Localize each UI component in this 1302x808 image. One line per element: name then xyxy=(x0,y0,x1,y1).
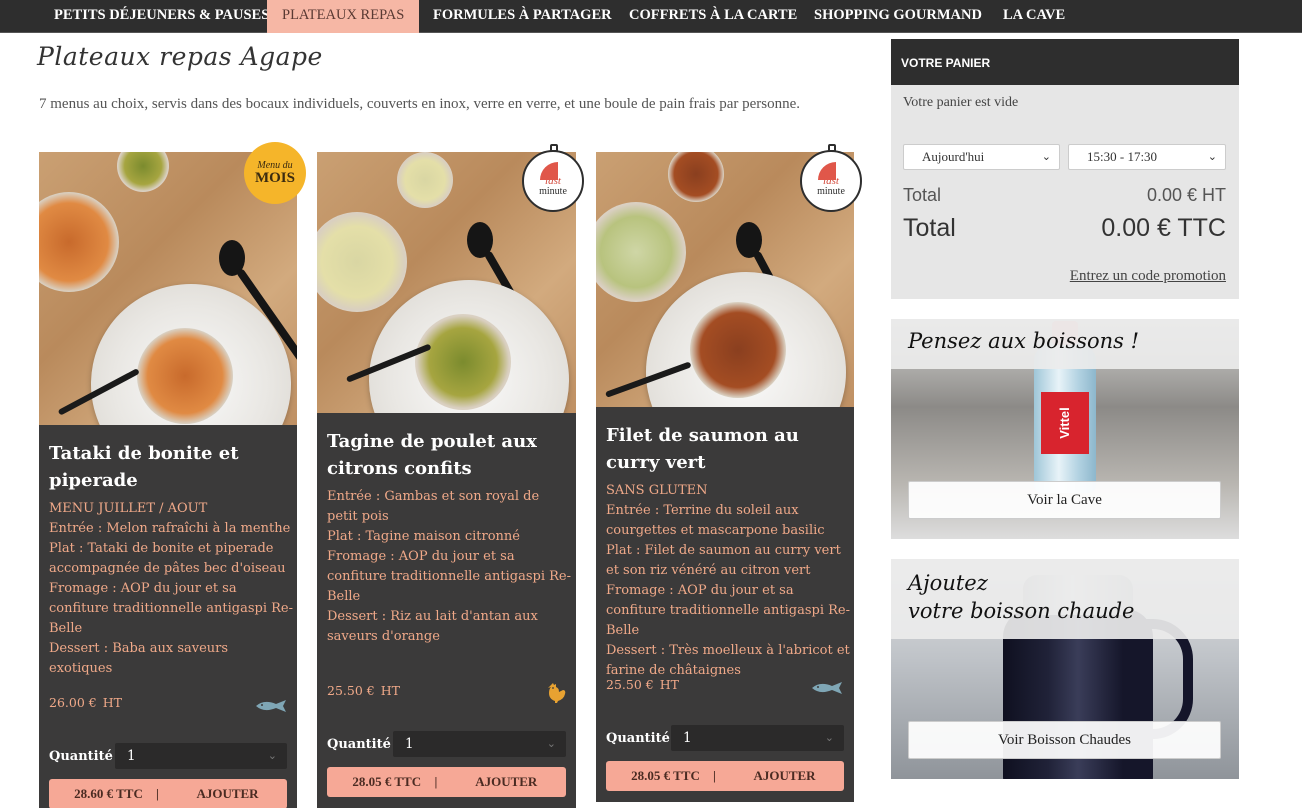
product-description: Entrée : Gambas et son royal de petit po… xyxy=(327,489,571,644)
product-card: last minute Filet de saumon au curry ver… xyxy=(596,144,862,802)
nav-item-shopping-gourmand[interactable]: SHOPPING GOURMAND xyxy=(799,0,997,33)
product-name[interactable]: Tagine de poulet aux citrons confits xyxy=(327,428,557,482)
page-title: Plateaux repas Agape xyxy=(37,42,323,71)
fish-icon xyxy=(810,679,844,700)
nav-item-petits-dejeuners[interactable]: PETITS DÉJEUNERS & PAUSES xyxy=(39,0,284,33)
cart-empty-text: Votre panier est vide xyxy=(903,95,1019,110)
delivery-date-select[interactable]: Aujourd'hui ⌄ xyxy=(903,144,1060,170)
product-card: Menu du MOIS Tataki de bonite et piperad… xyxy=(39,142,306,808)
product-name[interactable]: Tataki de bonite et piperade xyxy=(49,440,279,494)
product-price: 26.00 € HT xyxy=(49,695,122,710)
delivery-time-select[interactable]: 15:30 - 17:30 ⌄ xyxy=(1068,144,1226,170)
hot-drinks-promo-title: Ajoutez votre boisson chaude xyxy=(908,571,1135,623)
chevron-down-icon: ⌄ xyxy=(546,737,556,750)
page-intro: 7 menus au choix, servis dans des bocaux… xyxy=(39,96,801,112)
product-price: 25.50 € HT xyxy=(327,683,400,698)
drinks-promo-title: Pensez aux boissons ! xyxy=(908,329,1140,353)
see-hot-drinks-button[interactable]: Voir Boisson Chaudes xyxy=(908,721,1221,759)
add-to-cart-button[interactable]: 28.60 € TTC | AJOUTER xyxy=(49,779,287,808)
nav-item-la-cave[interactable]: LA CAVE xyxy=(988,0,1080,33)
product-card: last minute Tagine de poulet aux citrons… xyxy=(317,144,584,808)
nav-item-formules-a-partager[interactable]: FORMULES À PARTAGER xyxy=(418,0,627,33)
add-to-cart-button[interactable]: 28.05 € TTC | AJOUTER xyxy=(606,761,844,791)
add-to-cart-button[interactable]: 28.05 € TTC | AJOUTER xyxy=(327,767,566,797)
product-description: MENU JUILLET / AOUT Entrée : Melon rafra… xyxy=(49,501,293,676)
quantity-select[interactable]: 1 ⌄ xyxy=(671,725,844,751)
last-minute-badge: last minute xyxy=(522,144,584,212)
nav-item-coffrets-a-la-carte[interactable]: COFFRETS À LA CARTE xyxy=(614,0,812,33)
cart-panel: VOTRE PANIER Votre panier est vide Aujou… xyxy=(891,39,1239,299)
quantity-label: Quantité xyxy=(606,731,670,746)
quantity-select[interactable]: 1 ⌄ xyxy=(115,743,287,769)
promo-code-link[interactable]: Entrez un code promotion xyxy=(1070,268,1226,285)
total-ttc-value: 0.00 € TTC xyxy=(1101,214,1226,242)
chevron-down-icon: ⌄ xyxy=(1207,151,1217,163)
main-nav: PETITS DÉJEUNERS & PAUSES PLATEAUX REPAS… xyxy=(0,0,1302,33)
quantity-label: Quantité xyxy=(49,749,113,764)
nav-item-plateaux-repas[interactable]: PLATEAUX REPAS xyxy=(267,0,420,33)
chevron-down-icon: ⌄ xyxy=(1041,151,1051,163)
chevron-down-icon: ⌄ xyxy=(267,749,277,762)
chicken-icon xyxy=(545,682,567,709)
quantity-select[interactable]: 1 ⌄ xyxy=(393,731,566,757)
chevron-down-icon: ⌄ xyxy=(824,731,834,744)
product-name[interactable]: Filet de saumon au curry vert xyxy=(606,422,836,476)
menu-du-mois-badge: Menu du MOIS xyxy=(244,142,306,204)
product-price: 25.50 € HT xyxy=(606,677,679,692)
total-ttc-label: Total xyxy=(903,214,956,242)
drinks-promo: Vittel Pensez aux boissons ! Voir la Cav… xyxy=(891,319,1239,539)
total-ht-value: 0.00 € HT xyxy=(1146,185,1226,205)
quantity-label: Quantité xyxy=(327,737,391,752)
see-cellar-button[interactable]: Voir la Cave xyxy=(908,481,1221,519)
product-description: SANS GLUTEN Entrée : Terrine du soleil a… xyxy=(606,483,850,678)
hot-drinks-promo: Ajoutez votre boisson chaude Voir Boisso… xyxy=(891,559,1239,779)
fish-icon xyxy=(254,697,288,718)
total-ht-label: Total xyxy=(903,185,942,205)
cart-title: VOTRE PANIER xyxy=(891,39,1239,85)
last-minute-badge: last minute xyxy=(800,144,862,212)
